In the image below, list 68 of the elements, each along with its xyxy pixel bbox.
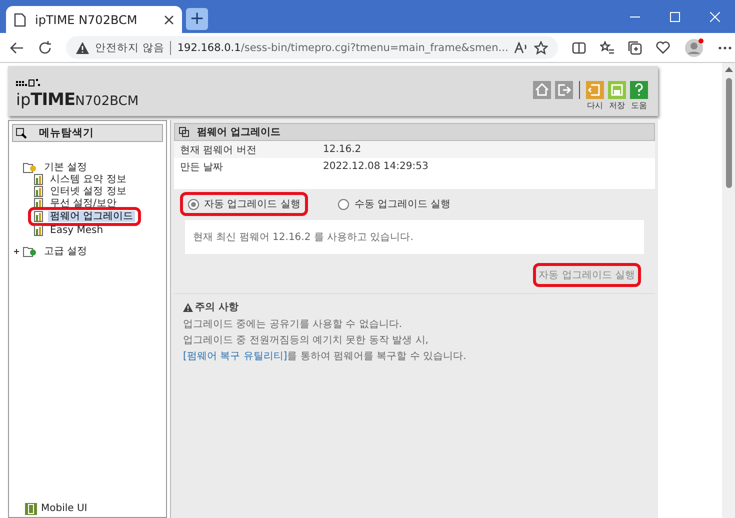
warning-icon xyxy=(183,302,193,312)
logout-button[interactable] xyxy=(555,81,573,99)
mobile-ui-link[interactable]: Mobile UI xyxy=(41,503,88,515)
refresh-button[interactable] xyxy=(586,81,604,99)
close-icon xyxy=(164,14,174,24)
notice-title: 주의 사항 xyxy=(195,301,238,314)
read-aloud-icon xyxy=(514,42,528,54)
notice-text: 업그레이드 중 전원꺼짐등의 예기치 못한 동작 발생 시, xyxy=(183,334,430,347)
radio-button[interactable] xyxy=(188,198,199,210)
collections-icon xyxy=(628,40,642,54)
tree-item[interactable]: 펌웨어 업그레이드 xyxy=(48,211,136,222)
home-button[interactable] xyxy=(533,81,551,99)
browser-tab[interactable]: ipTIME N702BCM xyxy=(6,6,182,33)
tree-item[interactable]: 무선 설정/보안 xyxy=(48,198,119,208)
toolbar-label: 다시 xyxy=(587,100,603,111)
page-icon xyxy=(34,174,45,184)
toolbar-label: 저장 xyxy=(609,100,625,111)
help-button[interactable] xyxy=(630,81,648,99)
reload-icon xyxy=(38,40,52,54)
search-icon xyxy=(16,128,27,138)
close-icon xyxy=(710,12,720,22)
field-value: 2022.12.08 14:29:53 xyxy=(323,161,430,172)
tree-item[interactable]: 시스템 요약 정보 xyxy=(48,174,128,184)
radio-option[interactable]: 수동 업그레이드 실행 xyxy=(330,192,459,216)
new-tab-button[interactable]: + xyxy=(186,8,208,30)
back-arrow-icon xyxy=(10,42,24,54)
page-icon xyxy=(14,12,26,26)
tree-folder[interactable]: 고급 설정 xyxy=(42,246,90,256)
panel-title: 메뉴탐색기 xyxy=(39,127,94,139)
avatar-icon xyxy=(684,38,704,58)
scrollbar[interactable] xyxy=(722,63,735,518)
heart-icon xyxy=(656,41,670,54)
address-bar[interactable]: 안전하지 않음 192.168.0.1/sess-bin/timepro.cgi?tmenu=main_frame&smen... xyxy=(66,36,558,59)
tree-item[interactable]: Easy Mesh xyxy=(48,224,106,236)
more-icon xyxy=(718,46,732,50)
radio-label[interactable]: 수동 업그레이드 실행 xyxy=(354,197,451,211)
toolbar-label: 도움 xyxy=(631,100,647,111)
page-icon xyxy=(34,186,45,196)
scroll-up-icon xyxy=(724,67,732,72)
favorites-icon xyxy=(600,41,614,54)
status-message: 현재 최신 펌웨어 12.16.2 를 사용하고 있습니다. xyxy=(185,220,644,254)
notice-text: [펌웨어 복구 유틸리티]를 통하여 펌웨어를 복구할 수 있습니다. xyxy=(183,350,468,363)
notice-text: 업그레이드 중에는 공유기를 사용할 수 없습니다. xyxy=(183,318,404,331)
page-icon xyxy=(34,198,45,208)
field-label: 만든 날짜 xyxy=(180,160,224,174)
mobile-icon xyxy=(25,503,37,515)
field-label: 현재 펌웨어 버전 xyxy=(180,144,258,156)
radio-label[interactable]: 자동 업그레이드 실행 xyxy=(204,197,300,211)
radio-button[interactable] xyxy=(338,198,350,210)
maximize-icon xyxy=(670,12,680,22)
panel-title: 펌웨어 업그레이드 xyxy=(197,126,280,139)
recovery-utility-link[interactable]: [펌웨어 복구 유틸리티] xyxy=(183,351,288,362)
star-icon xyxy=(534,40,548,54)
expander-icon[interactable] xyxy=(13,248,20,254)
page-icon xyxy=(34,224,45,236)
url-text: 192.168.0.1/sess-bin/timepro.cgi?tmenu=main_frame&smen... xyxy=(177,42,508,54)
page-icon xyxy=(34,211,45,222)
warning-icon xyxy=(76,42,89,54)
field-value: 12.16.2 xyxy=(323,144,362,155)
tree-folder[interactable]: 기본 설정 xyxy=(42,162,90,172)
save-button[interactable] xyxy=(608,81,626,99)
split-screen-icon xyxy=(572,42,586,54)
router-logo: ipTIMEN702BCM xyxy=(16,90,139,110)
window-icon xyxy=(179,127,189,137)
tree-item[interactable]: 인터넷 설정 정보 xyxy=(48,186,128,196)
logo-dots-icon xyxy=(16,79,40,87)
security-label: 안전하지 않음 xyxy=(95,40,164,54)
home-icon xyxy=(533,81,551,99)
